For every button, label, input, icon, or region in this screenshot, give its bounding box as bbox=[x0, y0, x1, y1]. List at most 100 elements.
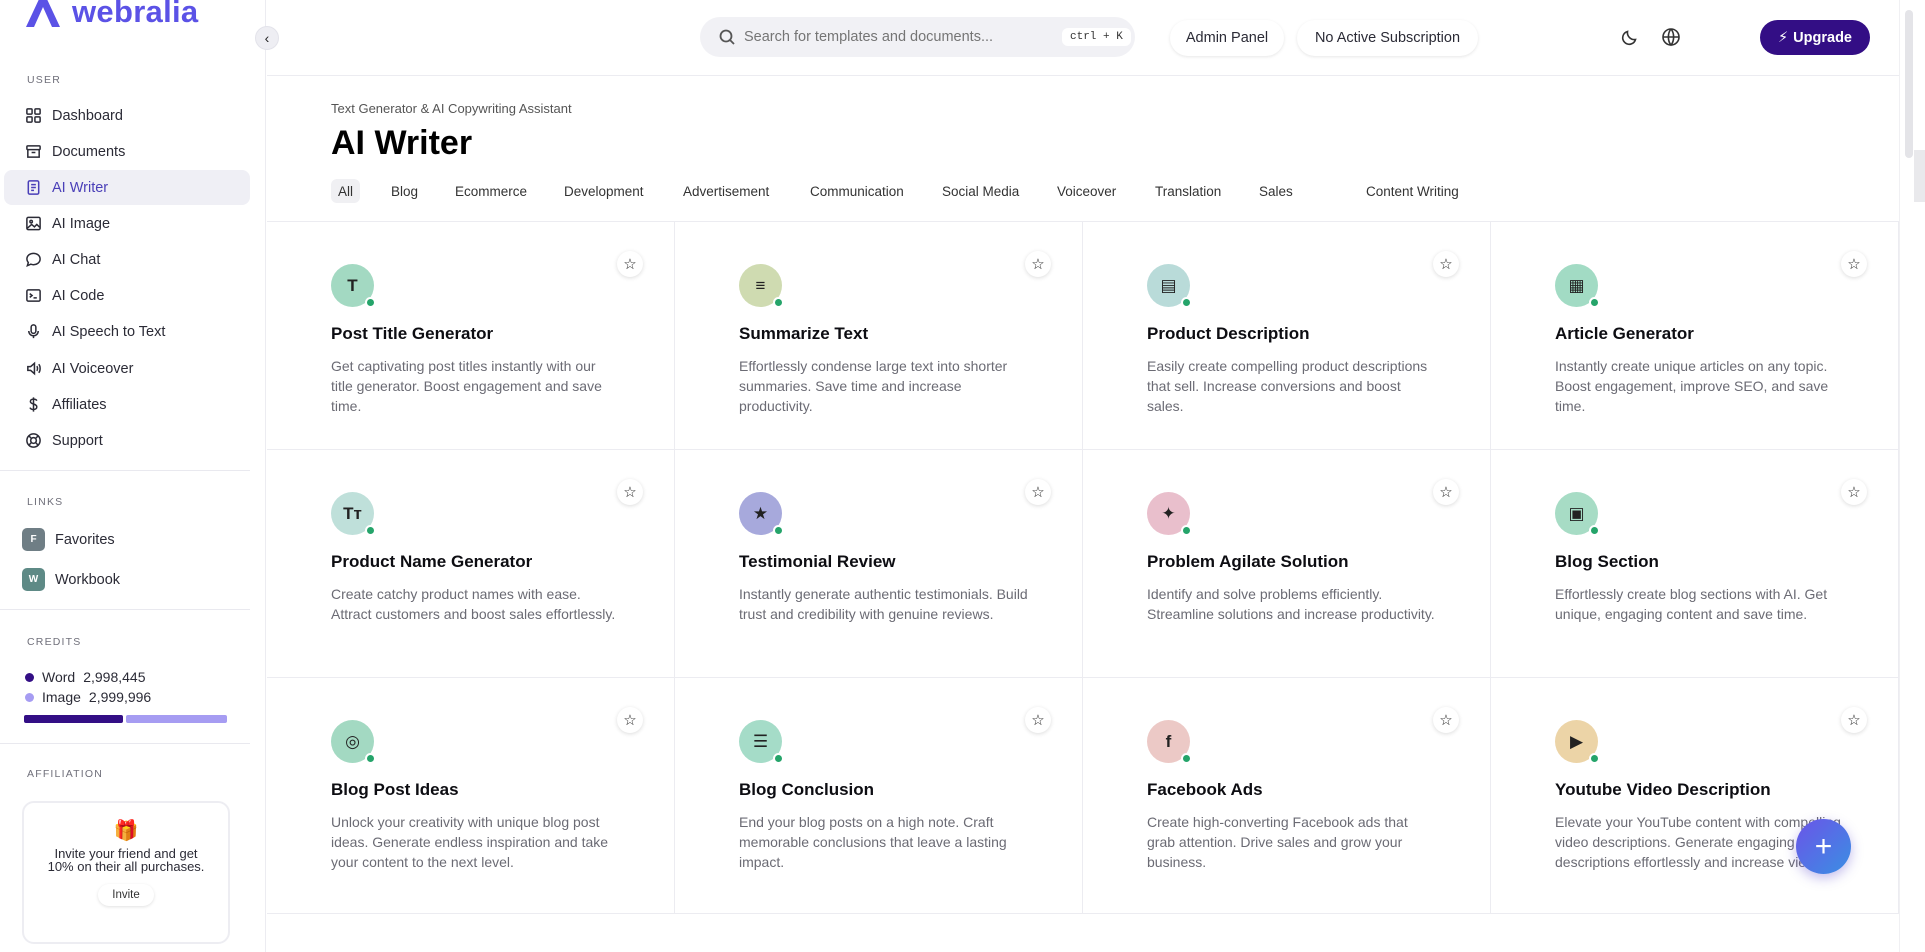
credit-bar-image bbox=[126, 715, 227, 723]
favorite-star-icon[interactable]: ☆ bbox=[1841, 479, 1867, 505]
invite-text: Invite your friend and get 10% on their … bbox=[47, 846, 205, 874]
facebook-icon: f bbox=[1147, 720, 1192, 764]
card-description: Get captivating post titles instantly wi… bbox=[331, 358, 602, 414]
template-card[interactable]: ✦ ☆ Problem Agilate Solution Identify and s… bbox=[1083, 450, 1491, 678]
credit-dot-image bbox=[25, 692, 34, 702]
sidebar-item-ai-voiceover[interactable]: AI Voiceover bbox=[4, 351, 250, 386]
template-card[interactable]: ☰ ☆ Blog Conclusion End your blog posts on … bbox=[675, 678, 1083, 914]
credit-label: Word bbox=[42, 669, 76, 685]
favorite-star-icon[interactable]: ☆ bbox=[1841, 251, 1867, 277]
search-input[interactable] bbox=[744, 29, 1054, 45]
favorite-star-icon[interactable]: ☆ bbox=[617, 479, 643, 505]
tab-blog[interactable]: Blog bbox=[384, 179, 425, 203]
link-favorites[interactable]: F Favorites bbox=[22, 528, 115, 551]
card-title: Article Generator bbox=[1555, 324, 1694, 343]
status-dot bbox=[1589, 525, 1600, 536]
sidebar-item-affiliates[interactable]: Affiliates bbox=[4, 387, 250, 422]
scrollbar-thumb[interactable] bbox=[1905, 10, 1913, 158]
tab-social-media[interactable]: Social Media bbox=[935, 179, 1026, 203]
upgrade-label: Upgrade bbox=[1793, 29, 1852, 46]
tab-development[interactable]: Development bbox=[557, 179, 651, 203]
status-dot bbox=[365, 753, 376, 764]
favorite-star-icon[interactable]: ☆ bbox=[1433, 707, 1459, 733]
template-card[interactable]: ▣ ☆ Blog Section Effortlessly create blog s… bbox=[1491, 450, 1899, 678]
tab-voiceover[interactable]: Voiceover bbox=[1050, 179, 1123, 203]
blog-icon: ▣ bbox=[1555, 492, 1600, 536]
tab-content-writing[interactable]: Content Writing bbox=[1359, 179, 1466, 203]
search-bar[interactable]: ctrl + K bbox=[700, 17, 1135, 57]
template-card[interactable]: ★ ☆ Testimonial Review Instantly generate a… bbox=[675, 450, 1083, 678]
card-description: Unlock your creativity with unique blog … bbox=[331, 814, 609, 870]
link-badge: F bbox=[22, 528, 45, 551]
collapse-sidebar-button[interactable]: ‹ bbox=[255, 26, 279, 50]
template-card[interactable]: Tт ☆ Product Name Generator Create catchy p… bbox=[267, 450, 675, 678]
sidebar-item-support[interactable]: Support bbox=[4, 423, 250, 458]
card-icon-glyph: ☰ bbox=[752, 731, 769, 751]
favorite-star-icon[interactable]: ☆ bbox=[617, 251, 643, 277]
sidebar-item-ai-chat[interactable]: AI Chat bbox=[4, 242, 250, 277]
card-description: Effortlessly create blog sections with A… bbox=[1555, 586, 1828, 622]
tab-communication[interactable]: Communication bbox=[803, 179, 911, 203]
favorite-star-icon[interactable]: ☆ bbox=[1025, 251, 1051, 277]
card-title: Summarize Text bbox=[739, 324, 869, 343]
template-card[interactable]: f ☆ Facebook Ads Create high-converting Fac… bbox=[1083, 678, 1491, 914]
template-card[interactable]: ▶ ☆ Youtube Video Description Elevate your … bbox=[1491, 678, 1899, 914]
favorite-star-icon[interactable]: ☆ bbox=[1841, 707, 1867, 733]
invite-button[interactable]: Invite bbox=[98, 884, 154, 906]
upgrade-button[interactable]: ⚡ Upgrade bbox=[1760, 20, 1870, 55]
sidebar-item-ai-speech-to-text[interactable]: AI Speech to Text bbox=[4, 314, 250, 349]
card-icon-glyph: ★ bbox=[752, 503, 769, 523]
subscription-button[interactable]: No Active Subscription bbox=[1297, 20, 1478, 56]
status-dot bbox=[1589, 753, 1600, 764]
card-description: Identify and solve problems efficiently.… bbox=[1147, 586, 1435, 622]
add-button[interactable]: + bbox=[1796, 819, 1851, 874]
text-t-icon: T bbox=[331, 264, 376, 308]
sidebar-item-label: Support bbox=[52, 432, 103, 449]
status-dot bbox=[1181, 525, 1192, 536]
card-icon-glyph: ≡ bbox=[755, 275, 766, 295]
topbar: ctrl + K Admin Panel No Active Subscript… bbox=[267, 0, 1925, 76]
favorite-star-icon[interactable]: ☆ bbox=[1433, 479, 1459, 505]
sidebar-item-label: AI Chat bbox=[52, 251, 101, 268]
sidebar-item-ai-code[interactable]: AI Code bbox=[4, 278, 250, 313]
logo[interactable]: webralia bbox=[22, 0, 198, 30]
favorite-star-icon[interactable]: ☆ bbox=[1025, 479, 1051, 505]
template-card[interactable]: ▤ ☆ Product Description Easily create compe… bbox=[1083, 222, 1491, 450]
tab-ecommerce[interactable]: Ecommerce bbox=[448, 179, 534, 203]
tab-sales[interactable]: Sales bbox=[1252, 179, 1300, 203]
sidebar-item-documents[interactable]: Documents bbox=[4, 134, 250, 169]
template-card[interactable]: ≡ ☆ Summarize Text Effortlessly condense la… bbox=[675, 222, 1083, 450]
star-icon: ★ bbox=[739, 492, 784, 536]
status-dot bbox=[365, 297, 376, 308]
template-card[interactable]: ▦ ☆ Article Generator Instantly create uniq… bbox=[1491, 222, 1899, 450]
tab-translation[interactable]: Translation bbox=[1148, 179, 1228, 203]
shortcut-hint: ctrl + K bbox=[1062, 28, 1131, 46]
sidebar-item-ai-writer[interactable]: AI Writer bbox=[4, 170, 250, 205]
youtube-icon: ▶ bbox=[1555, 720, 1600, 764]
plus-icon: + bbox=[1814, 829, 1833, 863]
favorite-star-icon[interactable]: ☆ bbox=[1025, 707, 1051, 733]
card-description: Create catchy product names with ease. A… bbox=[331, 586, 616, 622]
link-workbook[interactable]: W Workbook bbox=[22, 568, 120, 591]
link-badge: W bbox=[22, 568, 45, 591]
dark-mode-toggle[interactable] bbox=[1618, 25, 1642, 49]
card-icon-glyph: Tт bbox=[343, 503, 362, 523]
tab-all[interactable]: All bbox=[331, 179, 361, 203]
chat-icon bbox=[26, 252, 41, 267]
status-dot bbox=[1181, 753, 1192, 764]
sidebar-item-dashboard[interactable]: Dashboard bbox=[4, 98, 250, 133]
tab-advertisement[interactable]: Advertisement bbox=[676, 179, 776, 203]
card-title: Blog Post Ideas bbox=[331, 780, 459, 799]
sidebar-item-ai-image[interactable]: AI Image bbox=[4, 206, 250, 241]
template-card[interactable]: ◎ ☆ Blog Post Ideas Unlock your creativity … bbox=[267, 678, 675, 914]
favorite-star-icon[interactable]: ☆ bbox=[1433, 251, 1459, 277]
sidebar-item-label: AI Writer bbox=[52, 179, 109, 196]
status-dot bbox=[773, 297, 784, 308]
language-button[interactable] bbox=[1659, 25, 1683, 49]
sidebar: webralia USER Dashboard Documents AI Wri… bbox=[0, 0, 266, 952]
template-card[interactable]: T ☆ Post Title Generator Get captivating po… bbox=[267, 222, 675, 450]
section-label-credits: CREDITS bbox=[27, 636, 82, 648]
admin-panel-button[interactable]: Admin Panel bbox=[1170, 20, 1284, 56]
favorite-star-icon[interactable]: ☆ bbox=[617, 707, 643, 733]
microphone-icon bbox=[28, 324, 39, 339]
